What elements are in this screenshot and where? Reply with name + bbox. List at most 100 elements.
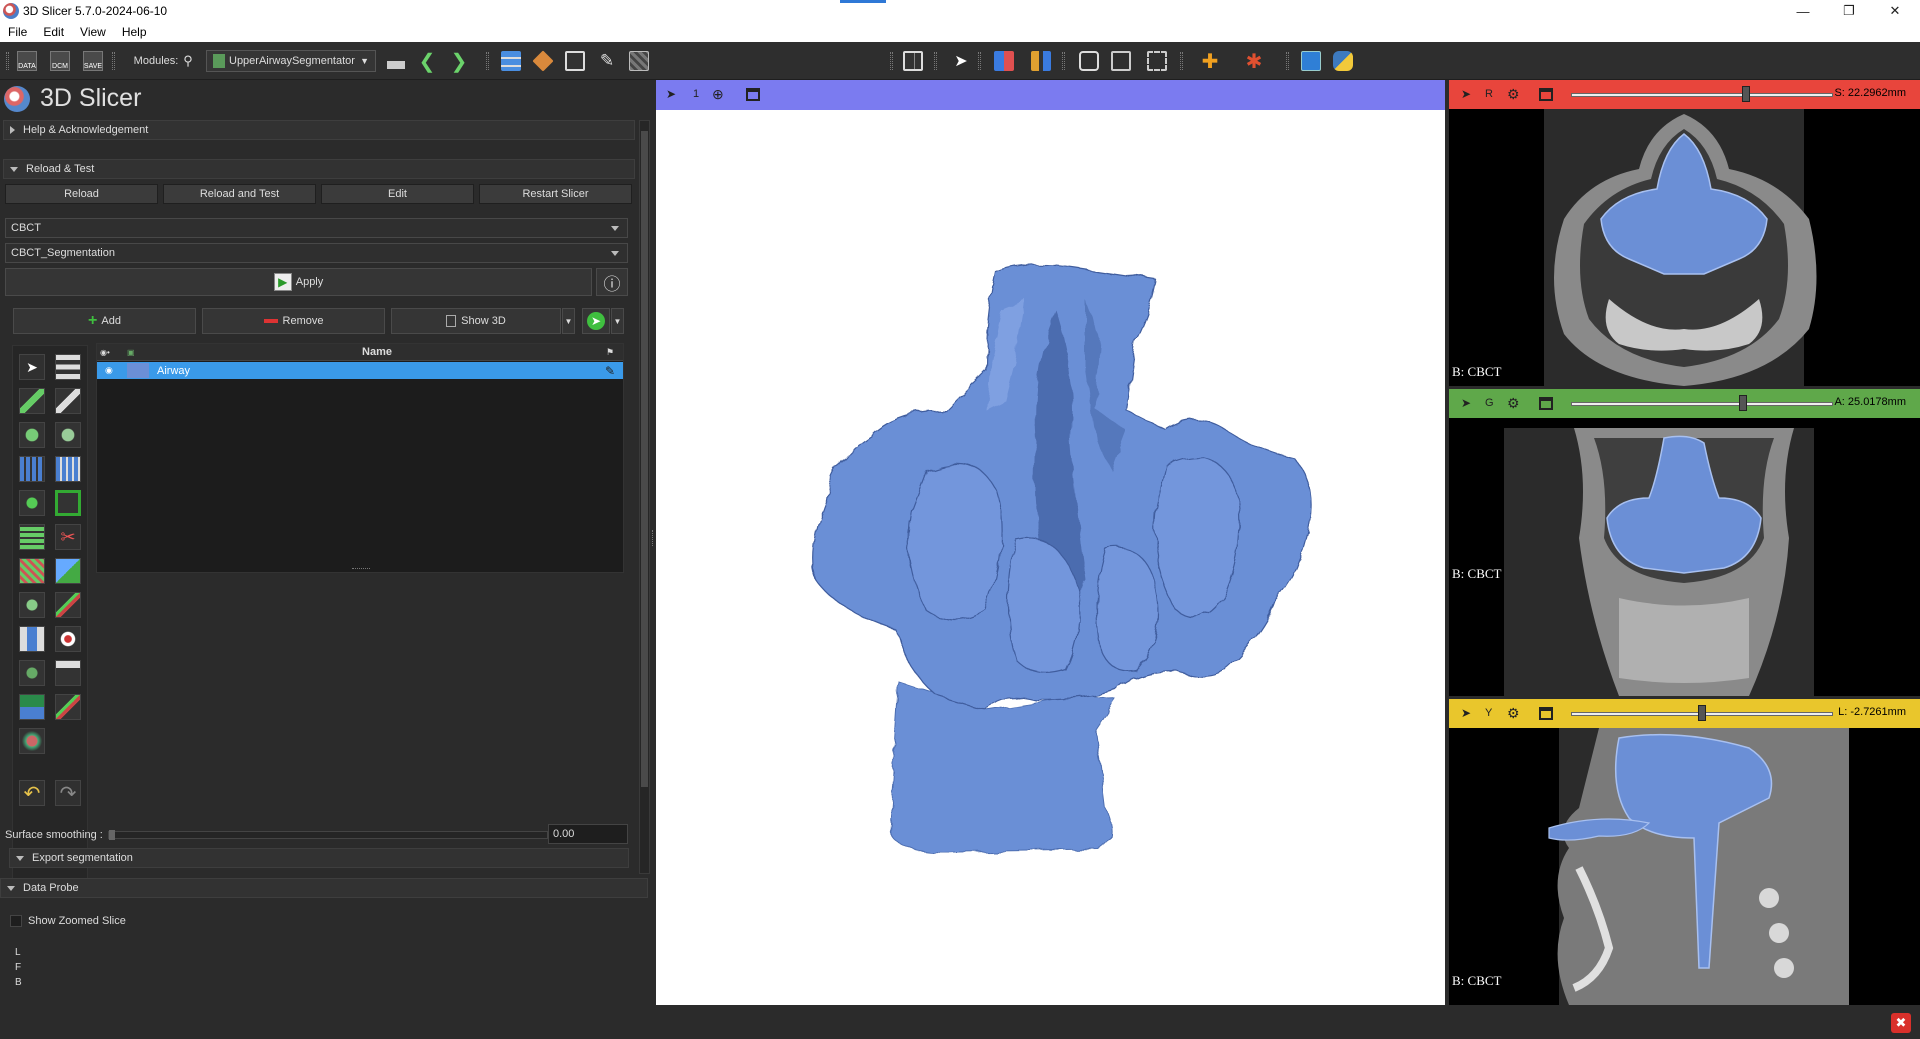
segment-name[interactable]: Airway [157, 365, 597, 377]
red-slice-view[interactable]: ➤ R ⚙ S: 22.2962mm B: CBCT [1449, 80, 1920, 386]
table-row[interactable]: ◉ Airway ✎ [97, 362, 623, 379]
toolbar-grip[interactable] [6, 52, 9, 70]
fiducial-button[interactable]: ✱ [1236, 50, 1272, 73]
show-3d-dropdown[interactable]: ▼ [562, 308, 575, 334]
volumes-module-button[interactable] [530, 50, 556, 72]
error-log-button[interactable]: ✖ [1891, 1013, 1911, 1033]
watershed-tool-button[interactable] [19, 660, 45, 686]
load-data-button[interactable]: DATA [14, 50, 40, 72]
restart-slicer-button[interactable]: Restart Slicer [479, 184, 632, 204]
layout-button[interactable] [900, 50, 926, 72]
next-module-button[interactable]: ❯ [446, 50, 472, 73]
crosshair-button[interactable]: ✚ [1192, 50, 1228, 73]
center-view-icon[interactable]: ⊕ [712, 86, 724, 103]
export-section-header[interactable]: Export segmentation [9, 848, 629, 868]
engrave-tool-button[interactable] [19, 694, 45, 720]
remove-segment-button[interactable]: Remove [202, 308, 385, 334]
toolbar-grip[interactable] [890, 52, 893, 70]
maximize-view-icon[interactable] [1539, 88, 1553, 101]
reload-and-test-button[interactable]: Reload and Test [163, 184, 316, 204]
switch-dropdown[interactable]: ▼ [611, 308, 624, 334]
smoothing-tool-button[interactable] [19, 524, 45, 550]
segmentation-select[interactable]: CBCT_Segmentation [5, 243, 628, 263]
eye-icon[interactable]: ◉ [97, 365, 127, 376]
pin-icon[interactable]: ➤ [666, 87, 676, 101]
name-column-header[interactable]: Name [157, 346, 597, 358]
mouse-mode-button[interactable] [986, 50, 1022, 72]
data-probe-section-header[interactable]: Data Probe [0, 878, 648, 898]
module-search-icon[interactable]: ⚲ [178, 50, 198, 72]
paint-tool-button[interactable] [19, 388, 45, 414]
link-icon[interactable]: ⚙ [1507, 86, 1520, 103]
link-icon[interactable]: ⚙ [1507, 705, 1520, 722]
maximize-view-icon[interactable] [1539, 397, 1553, 410]
menu-edit[interactable]: Edit [35, 25, 72, 39]
dicom-button[interactable]: DCM [47, 50, 73, 72]
previous-module-button[interactable]: ❮ [414, 50, 440, 73]
slice-offset-handle[interactable] [1742, 86, 1750, 102]
transforms-module-button[interactable] [562, 50, 588, 72]
surface-smoothing-slider[interactable] [108, 830, 548, 840]
restore-button[interactable]: ❐ [1826, 0, 1872, 22]
toolbar-grip[interactable] [1286, 52, 1289, 70]
hollow-tool-button[interactable] [55, 490, 81, 516]
info-button[interactable]: ⓘ [596, 268, 628, 296]
split-volume-tool-button[interactable] [55, 660, 81, 686]
fill-between-slices-tool-button[interactable] [55, 456, 81, 482]
show-3d-button[interactable]: Show 3D [391, 308, 561, 334]
surface-cut-tool-button[interactable] [55, 592, 81, 618]
pencil-icon[interactable]: ✎ [597, 364, 623, 378]
add-segment-button[interactable]: + Add [13, 308, 196, 334]
edit-button[interactable]: Edit [321, 184, 474, 204]
toolbar-grip[interactable] [978, 52, 981, 70]
view-sync-button[interactable] [1028, 50, 1054, 72]
save-button[interactable]: SAVE [80, 50, 106, 72]
module-selector[interactable]: UpperAirwaySegmentator ▼ [206, 50, 376, 72]
maximize-view-icon[interactable] [746, 88, 760, 101]
apply-button[interactable]: ▶ Apply [5, 268, 592, 296]
logical-operators-tool-button[interactable] [55, 558, 81, 584]
toolbar-grip[interactable] [1180, 52, 1183, 70]
panel-splitter[interactable] [652, 530, 655, 546]
margin-tool-button[interactable] [19, 490, 45, 516]
scene-view-button[interactable] [1108, 50, 1134, 72]
pin-icon[interactable]: ➤ [1461, 87, 1471, 101]
undo-button[interactable]: ↶ [19, 780, 45, 806]
resize-handle[interactable] [352, 568, 370, 572]
toolbar-grip[interactable] [934, 52, 937, 70]
segment-color-swatch[interactable] [127, 363, 149, 378]
draw-tool-button[interactable] [55, 388, 81, 414]
minimize-button[interactable]: — [1780, 0, 1826, 22]
switch-to-segment-editor-button[interactable]: ➤ [582, 308, 610, 334]
mask-volume-tool-button[interactable] [19, 592, 45, 618]
3d-view[interactable]: ➤ 1 ⊕ [656, 80, 1445, 1005]
data-module-button[interactable] [498, 50, 524, 72]
models-module-button[interactable] [626, 50, 652, 72]
slider-handle[interactable] [109, 830, 115, 840]
yellow-slice-view[interactable]: ➤ Y ⚙ L: -2.7261mm B: CBCT [1449, 699, 1920, 1005]
surface-smoothing-spinbox[interactable]: 0.00 [548, 824, 628, 844]
wrap-solidify-tool-button[interactable] [55, 694, 81, 720]
pin-icon[interactable]: ➤ [1461, 706, 1471, 720]
slice-offset-handle[interactable] [1698, 705, 1706, 721]
extensions-button[interactable] [1298, 50, 1324, 72]
crosshair-toggle-button[interactable] [1144, 50, 1170, 72]
markups-module-button[interactable]: ✎ [594, 50, 620, 72]
help-section-header[interactable]: Help & Acknowledgement [3, 120, 635, 140]
module-history-button[interactable] [384, 50, 408, 72]
threshold-tool-button[interactable] [55, 354, 81, 380]
redo-button[interactable]: ↷ [55, 780, 81, 806]
maximize-view-icon[interactable] [1539, 707, 1553, 720]
erase-tool-button[interactable] [19, 422, 45, 448]
menu-file[interactable]: File [0, 25, 35, 39]
toolbar-grip[interactable] [1062, 52, 1065, 70]
none-tool-button[interactable]: ➤ [19, 354, 45, 380]
menu-help[interactable]: Help [114, 25, 155, 39]
scrollbar-thumb[interactable] [641, 131, 648, 787]
segment-statistics-tool-button[interactable] [19, 728, 45, 754]
slice-offset-slider[interactable] [1571, 93, 1833, 97]
pointer-mode-button[interactable]: ➤ [948, 50, 974, 72]
input-volume-select[interactable]: CBCT [5, 218, 628, 238]
link-icon[interactable]: ⚙ [1507, 395, 1520, 412]
local-threshold-tool-button[interactable] [55, 626, 81, 652]
